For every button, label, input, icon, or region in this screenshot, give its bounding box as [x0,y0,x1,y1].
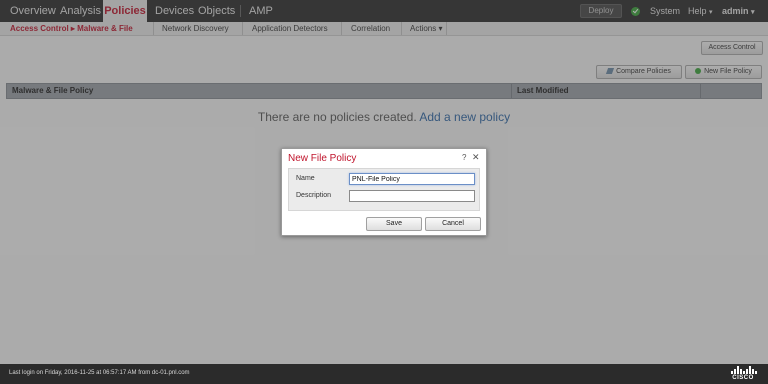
close-icon[interactable]: ✕ [472,152,480,163]
name-input[interactable] [349,173,475,185]
cisco-logo-text: CISCO [732,375,754,381]
dialog-title: New File Policy [288,153,357,164]
save-button[interactable]: Save [366,217,422,231]
dialog-form: Name Description [288,168,480,211]
cisco-logo: CISCO [728,366,758,382]
description-label: Description [296,192,332,199]
cisco-bars-icon [730,366,757,374]
help-icon[interactable]: ? [462,153,466,162]
footer-bar: Last login on Friday, 2016-11-25 at 06:5… [0,364,768,384]
name-label: Name [296,175,315,182]
description-input[interactable] [349,190,475,202]
new-file-policy-dialog: New File Policy ? ✕ Name Description Sav… [281,148,487,236]
cancel-button[interactable]: Cancel [425,217,481,231]
last-login-text: Last login on Friday, 2016-11-25 at 06:5… [9,370,190,376]
